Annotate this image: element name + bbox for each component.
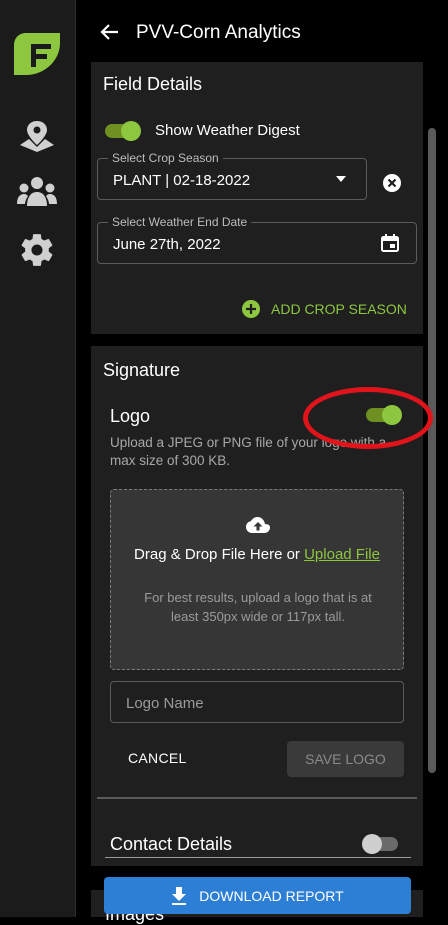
- page-header: PVV-Corn Analytics: [76, 0, 448, 62]
- page-title: PVV-Corn Analytics: [136, 22, 301, 43]
- contact-details-heading: Contact Details: [110, 834, 233, 854]
- weather-end-date-field[interactable]: Select Weather End Date June 27th, 2022: [97, 215, 417, 264]
- section-divider: [97, 797, 417, 799]
- weather-digest-toggle[interactable]: [105, 121, 141, 141]
- toggle-knob: [362, 834, 382, 854]
- field-details-title: Field Details: [103, 74, 203, 94]
- crop-season-value: PLANT | 02-18-2022: [113, 172, 251, 189]
- cancel-button[interactable]: CANCEL: [128, 750, 187, 766]
- weather-end-date-value: June 27th, 2022: [113, 236, 221, 253]
- crop-season-select[interactable]: Select Crop Season PLANT | 02-18-2022: [97, 151, 367, 200]
- chevron-down-icon: [336, 176, 346, 182]
- logo-name-input[interactable]: Logo Name: [110, 681, 404, 723]
- download-icon: [172, 886, 187, 905]
- save-logo-button[interactable]: SAVE LOGO: [287, 741, 404, 777]
- add-crop-season-button[interactable]: ADD CROP SEASON: [241, 299, 407, 319]
- crop-season-label: Select Crop Season: [108, 151, 223, 165]
- logo-name-placeholder: Logo Name: [126, 695, 204, 712]
- calendar-icon[interactable]: [380, 233, 400, 253]
- settings-gear-icon[interactable]: [17, 230, 57, 270]
- download-report-button[interactable]: DOWNLOAD REPORT: [104, 877, 411, 914]
- logo-heading: Logo: [110, 406, 151, 426]
- logo-dropzone[interactable]: Drag & Drop File Here or Upload File For…: [110, 489, 404, 670]
- scrollbar[interactable]: [428, 128, 436, 773]
- add-crop-season-label: ADD CROP SEASON: [271, 301, 407, 317]
- upload-file-link[interactable]: Upload File: [304, 546, 380, 563]
- dropzone-text: Drag & Drop File Here or: [134, 546, 300, 563]
- map-pin-icon[interactable]: [17, 116, 57, 156]
- contact-details-toggle[interactable]: [362, 834, 398, 854]
- download-report-label: DOWNLOAD REPORT: [199, 887, 344, 904]
- signature-title: Signature: [103, 360, 181, 380]
- weather-end-date-label: Select Weather End Date: [108, 215, 252, 229]
- dropzone-hint: For best results, upload a logo that is …: [144, 590, 372, 624]
- back-arrow-icon[interactable]: [100, 22, 120, 47]
- group-icon[interactable]: [17, 172, 57, 212]
- dropzone-instruction: Drag & Drop File Here or Upload File: [111, 546, 403, 563]
- weather-digest-label: Show Weather Digest: [155, 122, 300, 139]
- annotation-circle: [303, 387, 433, 449]
- cloud-upload-icon: [246, 517, 270, 533]
- toggle-knob: [121, 121, 141, 141]
- clear-crop-season-icon[interactable]: [382, 173, 402, 198]
- navigation-rail: [0, 0, 76, 917]
- contact-underline: [105, 857, 411, 858]
- brand-logo-icon[interactable]: [14, 31, 60, 82]
- add-circle-icon: [242, 300, 260, 318]
